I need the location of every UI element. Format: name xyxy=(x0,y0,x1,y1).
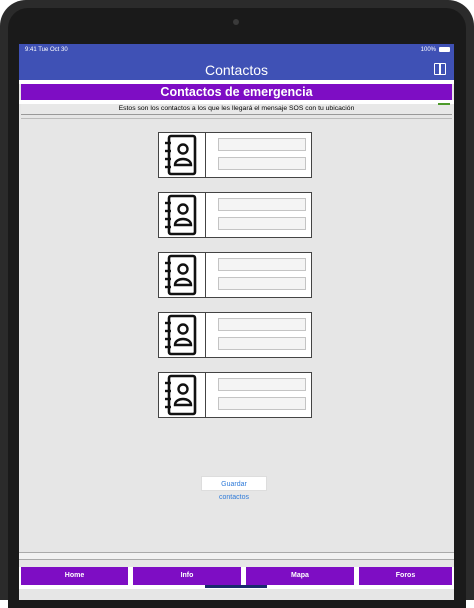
battery-icon xyxy=(439,47,450,52)
footer-divider xyxy=(19,552,454,560)
contact-name-field[interactable] xyxy=(218,198,306,211)
section-header: Contactos de emergencia xyxy=(21,84,452,100)
tab-mapa[interactable]: Mapa xyxy=(246,567,354,585)
contact-phone-field[interactable] xyxy=(218,217,306,230)
address-book-icon xyxy=(159,373,206,417)
contacts-panel: Guardar contactos xyxy=(21,118,452,551)
page-title: Contactos xyxy=(204,62,269,78)
address-book-icon xyxy=(159,193,206,237)
address-book-icon xyxy=(159,313,206,357)
contact-phone-field[interactable] xyxy=(218,157,306,170)
contact-phone-field[interactable] xyxy=(218,277,306,290)
contact-phone-field[interactable] xyxy=(218,397,306,410)
tab-info[interactable]: Info xyxy=(133,567,241,585)
contact-card xyxy=(158,132,312,178)
save-contacts-button[interactable]: Guardar contactos xyxy=(201,476,267,501)
tab-home[interactable]: Home xyxy=(21,567,128,585)
contact-phone-field[interactable] xyxy=(218,337,306,350)
contact-name-field[interactable] xyxy=(218,258,306,271)
split-view-icon[interactable] xyxy=(434,63,446,75)
tab-bar: Home Info Mapa Foros xyxy=(19,567,454,589)
address-book-icon xyxy=(159,133,206,177)
battery-percent: 100% xyxy=(420,47,436,53)
address-book-icon xyxy=(159,253,206,297)
status-time: 9:41 Tue Oct 30 xyxy=(25,47,68,53)
app-screen: 9:41 Tue Oct 30 100% Contactos Contactos… xyxy=(19,44,454,600)
contact-card xyxy=(158,312,312,358)
contact-name-field[interactable] xyxy=(218,318,306,331)
contact-name-field[interactable] xyxy=(218,378,306,391)
contact-card xyxy=(158,372,312,418)
navigation-bar: 9:41 Tue Oct 30 100% Contactos xyxy=(19,44,454,80)
tab-selected-indicator xyxy=(205,585,267,588)
contact-card xyxy=(158,252,312,298)
section-subtitle: Estos son los contactos a los que les ll… xyxy=(21,104,452,115)
accent-mark xyxy=(438,103,450,105)
camera-icon xyxy=(233,19,239,25)
contact-card xyxy=(158,192,312,238)
contact-name-field[interactable] xyxy=(218,138,306,151)
tab-foros[interactable]: Foros xyxy=(359,567,452,585)
